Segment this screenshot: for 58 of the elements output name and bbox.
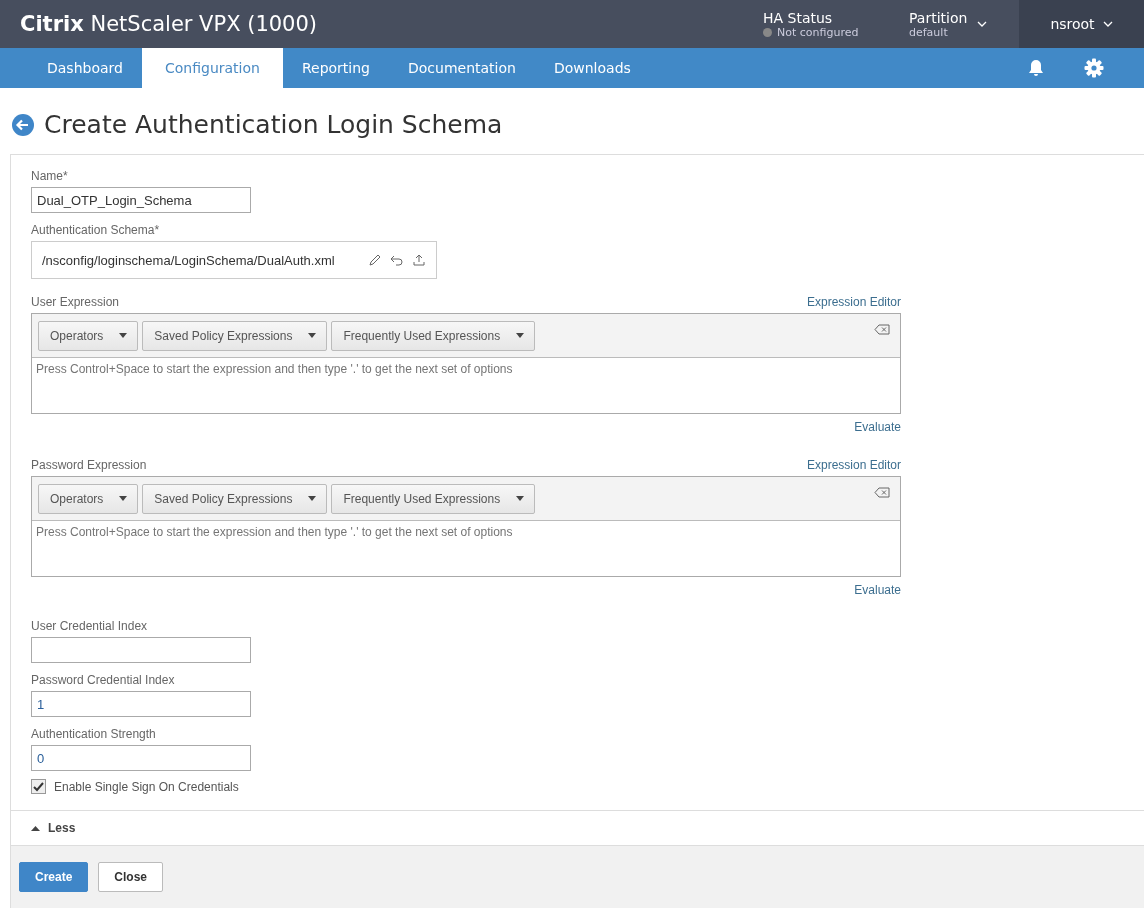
field-label: Password Credential Index [31, 673, 176, 687]
create-button[interactable]: Create [19, 862, 89, 892]
ha-status-value: Not configured [777, 25, 859, 39]
dropdown-button[interactable]: Frequently Used Expressions [331, 320, 536, 351]
nav-tab[interactable]: Configuration [141, 48, 283, 88]
dropdown-button[interactable]: Frequently Used Expressions [331, 483, 536, 514]
dropdown-button[interactable]: Saved Policy Expressions [142, 483, 328, 514]
field-label: Password Expression [31, 458, 147, 472]
nav-tab[interactable]: Reporting [282, 48, 389, 88]
caret-icon [308, 496, 317, 501]
undo-icon[interactable] [390, 253, 404, 267]
checkbox[interactable] [31, 779, 46, 794]
triangle-icon [31, 825, 40, 831]
field-label: Authentication Schema* [31, 223, 161, 237]
expression-editor[interactable]: Operators Saved Policy Expressions Frequently Used Expressions Press Control+Space to start the expression and then type '.' to get the next set of options [31, 476, 901, 577]
product-title: Citrix NetScaler VPX (1000) [19, 12, 319, 36]
field-label: User Credential Index [31, 619, 149, 633]
text-field[interactable]: Dual_OTP_Login_Schema [31, 187, 251, 213]
close-button[interactable]: Close [98, 862, 164, 892]
dropdown-button[interactable]: Operators [38, 320, 139, 351]
dropdown-button[interactable]: Saved Policy Expressions [142, 320, 328, 351]
field-label: Name* [31, 169, 69, 183]
nav-tab[interactable]: Documentation [389, 48, 535, 88]
chevron-down-icon[interactable] [977, 21, 988, 27]
pencil-icon[interactable] [368, 253, 382, 267]
clear-icon[interactable] [874, 324, 890, 335]
ha-status-label: HA Status [763, 9, 834, 26]
text-field[interactable]: 1 [31, 691, 251, 717]
caret-icon [516, 496, 525, 501]
user-menu[interactable]: nsroot [1019, 0, 1144, 48]
clear-icon[interactable] [874, 487, 890, 498]
field-label: Authentication Strength [31, 727, 157, 741]
chevron-down-icon[interactable] [1102, 21, 1113, 27]
expression-editor-link[interactable]: Expression Editor [806, 458, 901, 476]
page-title: Create Authentication Login Schema [44, 110, 503, 139]
expression-editor-link[interactable]: Expression Editor [806, 295, 901, 313]
evaluate-link[interactable]: Evaluate [31, 583, 901, 597]
nav-tab[interactable]: Dashboard [28, 48, 142, 88]
caret-icon [308, 333, 317, 338]
schema-file-field[interactable]: /nsconfig/loginschema/LoginSchema/DualAuth.xml [31, 241, 437, 279]
nav-tab[interactable]: Downloads [534, 48, 650, 88]
bell-icon[interactable] [1028, 59, 1044, 77]
dropdown-button[interactable]: Operators [38, 483, 139, 514]
caret-icon [119, 496, 128, 501]
partition-label: Partition [909, 9, 968, 26]
evaluate-link[interactable]: Evaluate [31, 420, 901, 434]
gear-icon[interactable] [1084, 58, 1104, 78]
status-dot-icon [763, 27, 772, 37]
file-path: /nsconfig/loginschema/LoginSchema/DualAuth.xml [42, 252, 336, 268]
text-field[interactable]: 0 [31, 745, 251, 771]
caret-icon [516, 333, 525, 338]
caret-icon [119, 333, 128, 338]
expression-editor[interactable]: Operators Saved Policy Expressions Frequently Used Expressions Press Control+Space to start the expression and then type '.' to get the next set of options [31, 313, 901, 414]
text-field[interactable] [31, 637, 251, 663]
checkbox-label: Enable Single Sign On Credentials [54, 779, 239, 794]
upload-icon[interactable] [412, 253, 426, 267]
field-label: User Expression [31, 295, 120, 309]
partition-value: default [909, 25, 949, 39]
